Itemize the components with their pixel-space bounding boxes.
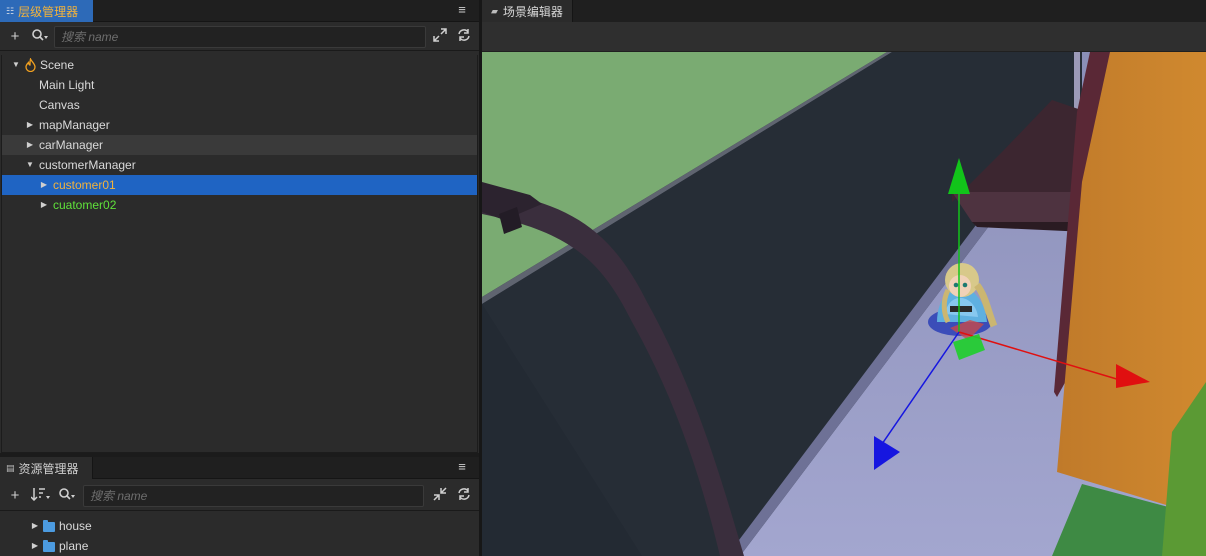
plus-icon[interactable]: + xyxy=(8,28,22,46)
scene-editor-panel: ▰ 场景编辑器 xyxy=(482,0,1206,556)
tab-assets[interactable]: ▤ 资源管理器 xyxy=(0,457,93,479)
scene-toolbar xyxy=(482,22,1206,52)
expand-arrow-icon[interactable]: ▼ xyxy=(25,160,35,170)
sort-icon[interactable] xyxy=(30,487,52,505)
tree-node-label: mapManager xyxy=(39,118,110,132)
assets-search-box[interactable] xyxy=(83,485,424,507)
tab-hierarchy[interactable]: ☷ 层级管理器 xyxy=(0,0,93,22)
scene-tab-label: 场景编辑器 xyxy=(502,4,563,19)
tree-node-label: Canvas xyxy=(39,98,80,112)
refresh-icon[interactable] xyxy=(456,28,472,46)
search-icon[interactable] xyxy=(57,487,77,505)
tab-scene-editor[interactable]: ▰ 场景编辑器 xyxy=(482,0,573,22)
tree-node-canvas[interactable]: Canvas xyxy=(2,95,477,115)
collapsed-arrow-icon[interactable]: ▶ xyxy=(25,140,35,150)
tree-node-customer01[interactable]: ▶ customer01 xyxy=(2,175,477,195)
asset-folder-plane[interactable]: ▶ plane xyxy=(1,536,476,556)
folder-icon xyxy=(43,520,55,532)
assets-search-input[interactable] xyxy=(84,486,423,506)
hierarchy-search-box[interactable] xyxy=(54,26,426,48)
tree-node-map-manager[interactable]: ▶ mapManager xyxy=(2,115,477,135)
tree-node-label: carManager xyxy=(39,138,104,152)
expand-icon[interactable] xyxy=(432,28,448,46)
assets-tab-label: 资源管理器 xyxy=(18,461,79,476)
asset-label: plane xyxy=(59,539,89,553)
flame-icon xyxy=(25,57,36,75)
tree-node-label: Scene xyxy=(40,58,75,72)
collapsed-arrow-icon[interactable]: ▶ xyxy=(30,541,40,551)
refresh-icon[interactable] xyxy=(456,487,472,505)
left-column: ☷ 层级管理器 ≡ + ▼ Scene Main Light xyxy=(0,0,479,556)
hierarchy-tab-label: 层级管理器 xyxy=(18,4,79,19)
assets-tab-icon: ▤ xyxy=(6,462,15,473)
collapsed-arrow-icon[interactable]: ▶ xyxy=(25,120,35,130)
menu-icon[interactable]: ≡ xyxy=(455,3,469,17)
scene-tab-icon: ▰ xyxy=(491,5,498,16)
scene-render xyxy=(482,52,1206,556)
tree-node-customer-manager[interactable]: ▼ customerManager xyxy=(2,155,477,175)
assets-toolbar: + xyxy=(0,481,479,511)
tree-node-scene[interactable]: ▼ Scene xyxy=(2,55,477,75)
assets-tabbar: ▤ 资源管理器 ≡ xyxy=(0,457,479,479)
scene-viewport[interactable] xyxy=(482,52,1206,556)
hierarchy-tree[interactable]: ▼ Scene Main Light Canvas ▶ mapManager ▶… xyxy=(1,55,478,453)
collapsed-arrow-icon[interactable]: ▶ xyxy=(30,521,40,531)
search-icon[interactable] xyxy=(30,28,50,46)
tree-node-label: Main Light xyxy=(39,78,95,92)
folder-icon xyxy=(43,540,55,552)
collapse-icon[interactable] xyxy=(432,487,448,505)
hierarchy-toolbar: + xyxy=(0,23,479,51)
plus-icon[interactable]: + xyxy=(8,487,22,505)
tree-node-cuatomer02[interactable]: ▶ cuatomer02 xyxy=(2,195,477,215)
menu-icon[interactable]: ≡ xyxy=(455,460,469,474)
asset-folder-house[interactable]: ▶ house xyxy=(1,516,476,536)
tree-node-label: customerManager xyxy=(39,158,136,172)
hierarchy-tabbar: ☷ 层级管理器 ≡ xyxy=(0,0,479,22)
scene-tabbar: ▰ 场景编辑器 xyxy=(482,0,1206,22)
hierarchy-search-input[interactable] xyxy=(55,27,425,47)
tree-node-main-light[interactable]: Main Light xyxy=(2,75,477,95)
tree-node-car-manager[interactable]: ▶ carManager xyxy=(2,135,477,155)
assets-tree[interactable]: ▶ house ▶ plane xyxy=(1,511,478,556)
asset-label: house xyxy=(59,519,92,533)
tree-node-label: customer01 xyxy=(53,178,116,192)
collapsed-arrow-icon[interactable]: ▶ xyxy=(39,200,49,210)
tree-node-label: cuatomer02 xyxy=(53,198,117,212)
expand-arrow-icon[interactable]: ▼ xyxy=(11,60,21,70)
collapsed-arrow-icon[interactable]: ▶ xyxy=(39,180,49,190)
hierarchy-tab-icon: ☷ xyxy=(6,5,15,16)
